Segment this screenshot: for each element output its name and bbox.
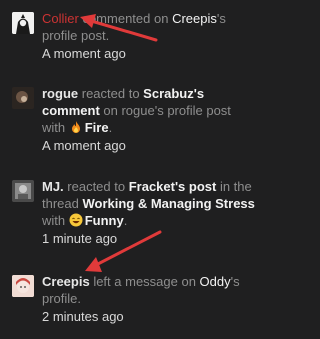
timestamp[interactable]: 2 minutes ago: [42, 308, 255, 325]
period: .: [108, 120, 113, 135]
period: .: [123, 213, 128, 228]
profile-link[interactable]: Oddy: [200, 274, 231, 289]
post-link[interactable]: Fracket's post: [129, 179, 217, 194]
avatar[interactable]: [12, 12, 34, 34]
avatar[interactable]: [12, 180, 34, 202]
timestamp[interactable]: 1 minute ago: [42, 230, 255, 247]
fire-icon: [71, 121, 80, 133]
avatar-collier-icon: [12, 12, 34, 34]
action-text: reacted to: [78, 86, 144, 101]
action-text: left a message on: [89, 274, 200, 289]
action-with: with: [42, 213, 69, 228]
username-link[interactable]: MJ.: [42, 179, 64, 194]
username-link[interactable]: Creepis: [42, 274, 90, 289]
laughing-face-icon: [69, 213, 83, 227]
avatar[interactable]: [12, 87, 34, 109]
action-text: reacted to: [63, 179, 129, 194]
username-link[interactable]: Collier: [42, 11, 79, 26]
timestamp[interactable]: A moment ago: [42, 137, 255, 154]
profile-link[interactable]: Creepis: [172, 11, 217, 26]
avatar-rogue-icon: [12, 87, 34, 109]
avatar-creepis-icon: [12, 275, 34, 297]
reaction-label: Funny: [84, 213, 124, 228]
avatar[interactable]: [12, 275, 34, 297]
action-text: commented on: [78, 11, 173, 26]
timestamp[interactable]: A moment ago: [42, 45, 255, 62]
avatar-mj-icon: [12, 180, 34, 202]
thread-link[interactable]: Working & Managing Stress: [82, 196, 254, 211]
reaction-label: Fire: [84, 120, 109, 135]
username-link[interactable]: rogue: [42, 86, 78, 101]
